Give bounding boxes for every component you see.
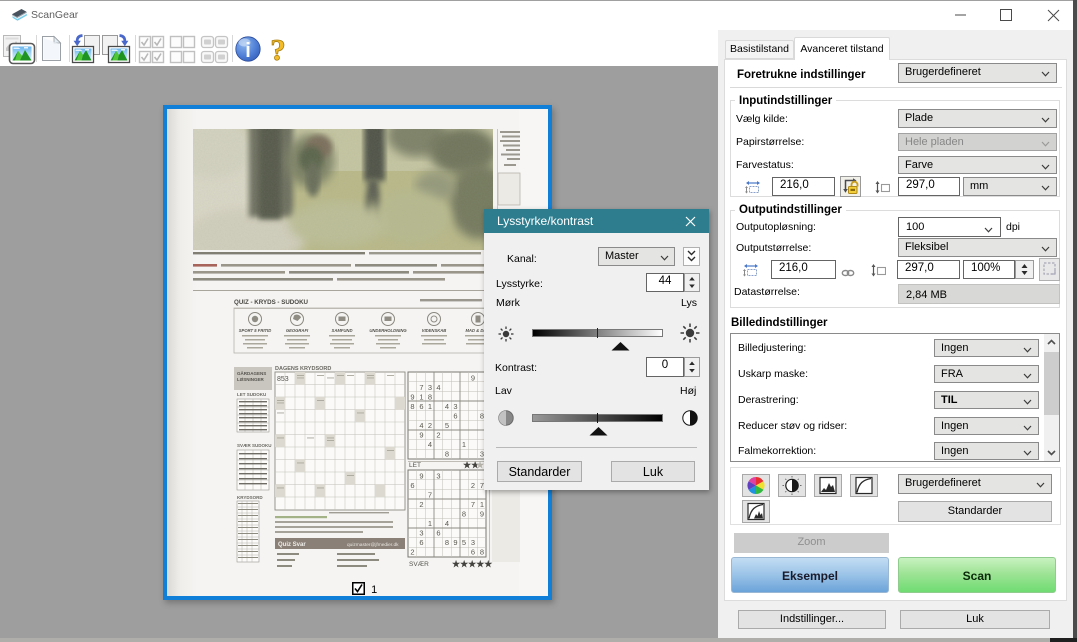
svg-text:DAGENS KRYDSORD: DAGENS KRYDSORD <box>275 366 331 372</box>
svg-text:1: 1 <box>428 402 432 411</box>
svg-text:GEOGRAFI: GEOGRAFI <box>286 328 309 333</box>
svg-text:4: 4 <box>445 402 449 411</box>
svg-text:3: 3 <box>428 383 432 392</box>
svg-text:8: 8 <box>462 510 466 519</box>
svg-text:6: 6 <box>419 402 423 411</box>
svg-text:LØSNINGER: LØSNINGER <box>237 377 265 382</box>
svg-text:3: 3 <box>419 529 423 538</box>
svg-text:UNDERHOLDNING: UNDERHOLDNING <box>369 328 407 333</box>
svg-text:3: 3 <box>471 538 475 547</box>
svg-text:853: 853 <box>277 376 289 383</box>
svg-text:9: 9 <box>410 393 414 402</box>
svg-text:6: 6 <box>471 548 475 557</box>
svg-text:i: i <box>245 40 251 62</box>
svg-text:3: 3 <box>453 402 457 411</box>
svg-text:9: 9 <box>453 538 457 547</box>
svg-text:8: 8 <box>445 538 449 547</box>
svg-text:3: 3 <box>436 472 440 481</box>
svg-text:?: ? <box>270 32 286 66</box>
svg-text:★★★★★: ★★★★★ <box>452 559 493 569</box>
svg-text:2: 2 <box>428 421 432 430</box>
svg-text:9: 9 <box>419 431 423 440</box>
svg-text:Quiz Svar: Quiz Svar <box>278 542 306 548</box>
svg-text:SAMFUND: SAMFUND <box>332 328 353 333</box>
svg-text:4: 4 <box>436 383 440 392</box>
svg-text:6: 6 <box>453 412 457 421</box>
svg-text:LET SUDOKU: LET SUDOKU <box>237 392 266 397</box>
svg-text:8: 8 <box>480 548 484 557</box>
svg-text:QUIZ - KRYDS - SUDOKU: QUIZ - KRYDS - SUDOKU <box>234 299 309 306</box>
svg-text:SPORT 5 FRITID: SPORT 5 FRITID <box>239 328 272 333</box>
svg-text:8: 8 <box>445 450 449 459</box>
svg-text:2: 2 <box>436 431 440 440</box>
svg-text:2: 2 <box>410 548 414 557</box>
svg-text:quizmaster@jfmedier.dk: quizmaster@jfmedier.dk <box>347 542 399 548</box>
svg-text:8: 8 <box>428 393 432 402</box>
svg-text:5: 5 <box>445 421 449 430</box>
svg-text:9: 9 <box>471 374 475 383</box>
svg-text:7: 7 <box>419 383 423 392</box>
svg-text:4: 4 <box>428 440 432 449</box>
svg-text:LET: LET <box>409 462 421 469</box>
svg-text:2: 2 <box>471 481 475 490</box>
svg-text:6: 6 <box>419 538 423 547</box>
svg-text:1: 1 <box>480 500 484 509</box>
svg-text:7: 7 <box>471 500 475 509</box>
svg-text:1: 1 <box>462 440 466 449</box>
svg-text:1: 1 <box>419 393 423 402</box>
svg-text:6: 6 <box>436 529 440 538</box>
svg-text:6: 6 <box>410 481 414 490</box>
svg-text:4: 4 <box>419 421 423 430</box>
svg-text:5: 5 <box>462 538 466 547</box>
svg-text:2: 2 <box>419 500 423 509</box>
svg-text:7: 7 <box>428 491 432 500</box>
svg-text:1: 1 <box>428 519 432 528</box>
svg-text:SVÆR SUDOKU: SVÆR SUDOKU <box>237 443 272 448</box>
svg-text:9: 9 <box>419 472 423 481</box>
svg-text:9: 9 <box>480 510 484 519</box>
svg-text:GÅRDAGENS: GÅRDAGENS <box>237 370 266 376</box>
svg-text:SVÆR: SVÆR <box>409 561 429 568</box>
svg-text:4: 4 <box>445 519 449 528</box>
svg-text:VIDENSKAB: VIDENSKAB <box>422 328 447 333</box>
svg-text:8: 8 <box>410 402 414 411</box>
svg-text:KRYDSORD: KRYDSORD <box>237 495 263 500</box>
